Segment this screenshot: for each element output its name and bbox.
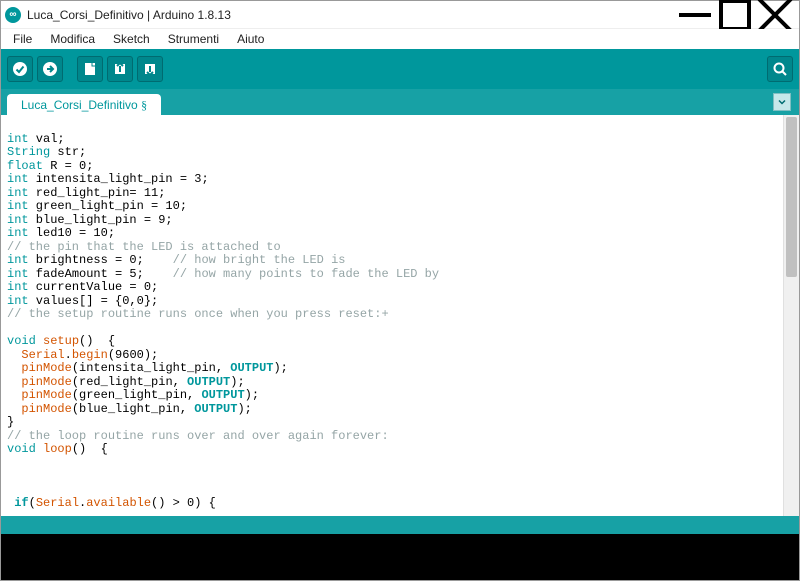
tab-label: Luca_Corsi_Definitivo (21, 98, 138, 112)
toolbar (1, 49, 799, 89)
minimize-button[interactable] (675, 2, 715, 28)
upload-button[interactable] (37, 56, 63, 82)
code-editor[interactable]: int val;String str;float R = 0;int inten… (1, 115, 783, 516)
app-icon: ∞ (5, 7, 21, 23)
window-title: Luca_Corsi_Definitivo | Arduino 1.8.13 (27, 8, 675, 22)
scrollbar-thumb[interactable] (786, 117, 797, 277)
menu-edit[interactable]: Modifica (42, 30, 103, 48)
editor-area: int val;String str;float R = 0;int inten… (1, 115, 799, 516)
titlebar: ∞ Luca_Corsi_Definitivo | Arduino 1.8.13 (1, 1, 799, 29)
menu-help[interactable]: Aiuto (229, 30, 272, 48)
console-output[interactable] (1, 534, 799, 580)
menu-tools[interactable]: Strumenti (160, 30, 227, 48)
maximize-button[interactable] (715, 2, 755, 28)
new-button[interactable] (77, 56, 103, 82)
serial-monitor-button[interactable] (767, 56, 793, 82)
status-bar (1, 516, 799, 534)
menu-sketch[interactable]: Sketch (105, 30, 158, 48)
verify-button[interactable] (7, 56, 33, 82)
menu-file[interactable]: File (5, 30, 40, 48)
tab-dirty-marker: § (141, 98, 147, 112)
window-controls (675, 2, 795, 28)
menubar: File Modifica Sketch Strumenti Aiuto (1, 29, 799, 49)
tabbar: Luca_Corsi_Definitivo § (1, 89, 799, 115)
vertical-scrollbar[interactable] (783, 115, 799, 516)
tab-active[interactable]: Luca_Corsi_Definitivo § (7, 94, 161, 116)
open-button[interactable] (107, 56, 133, 82)
save-button[interactable] (137, 56, 163, 82)
tab-menu-button[interactable] (773, 93, 791, 111)
close-button[interactable] (755, 2, 795, 28)
